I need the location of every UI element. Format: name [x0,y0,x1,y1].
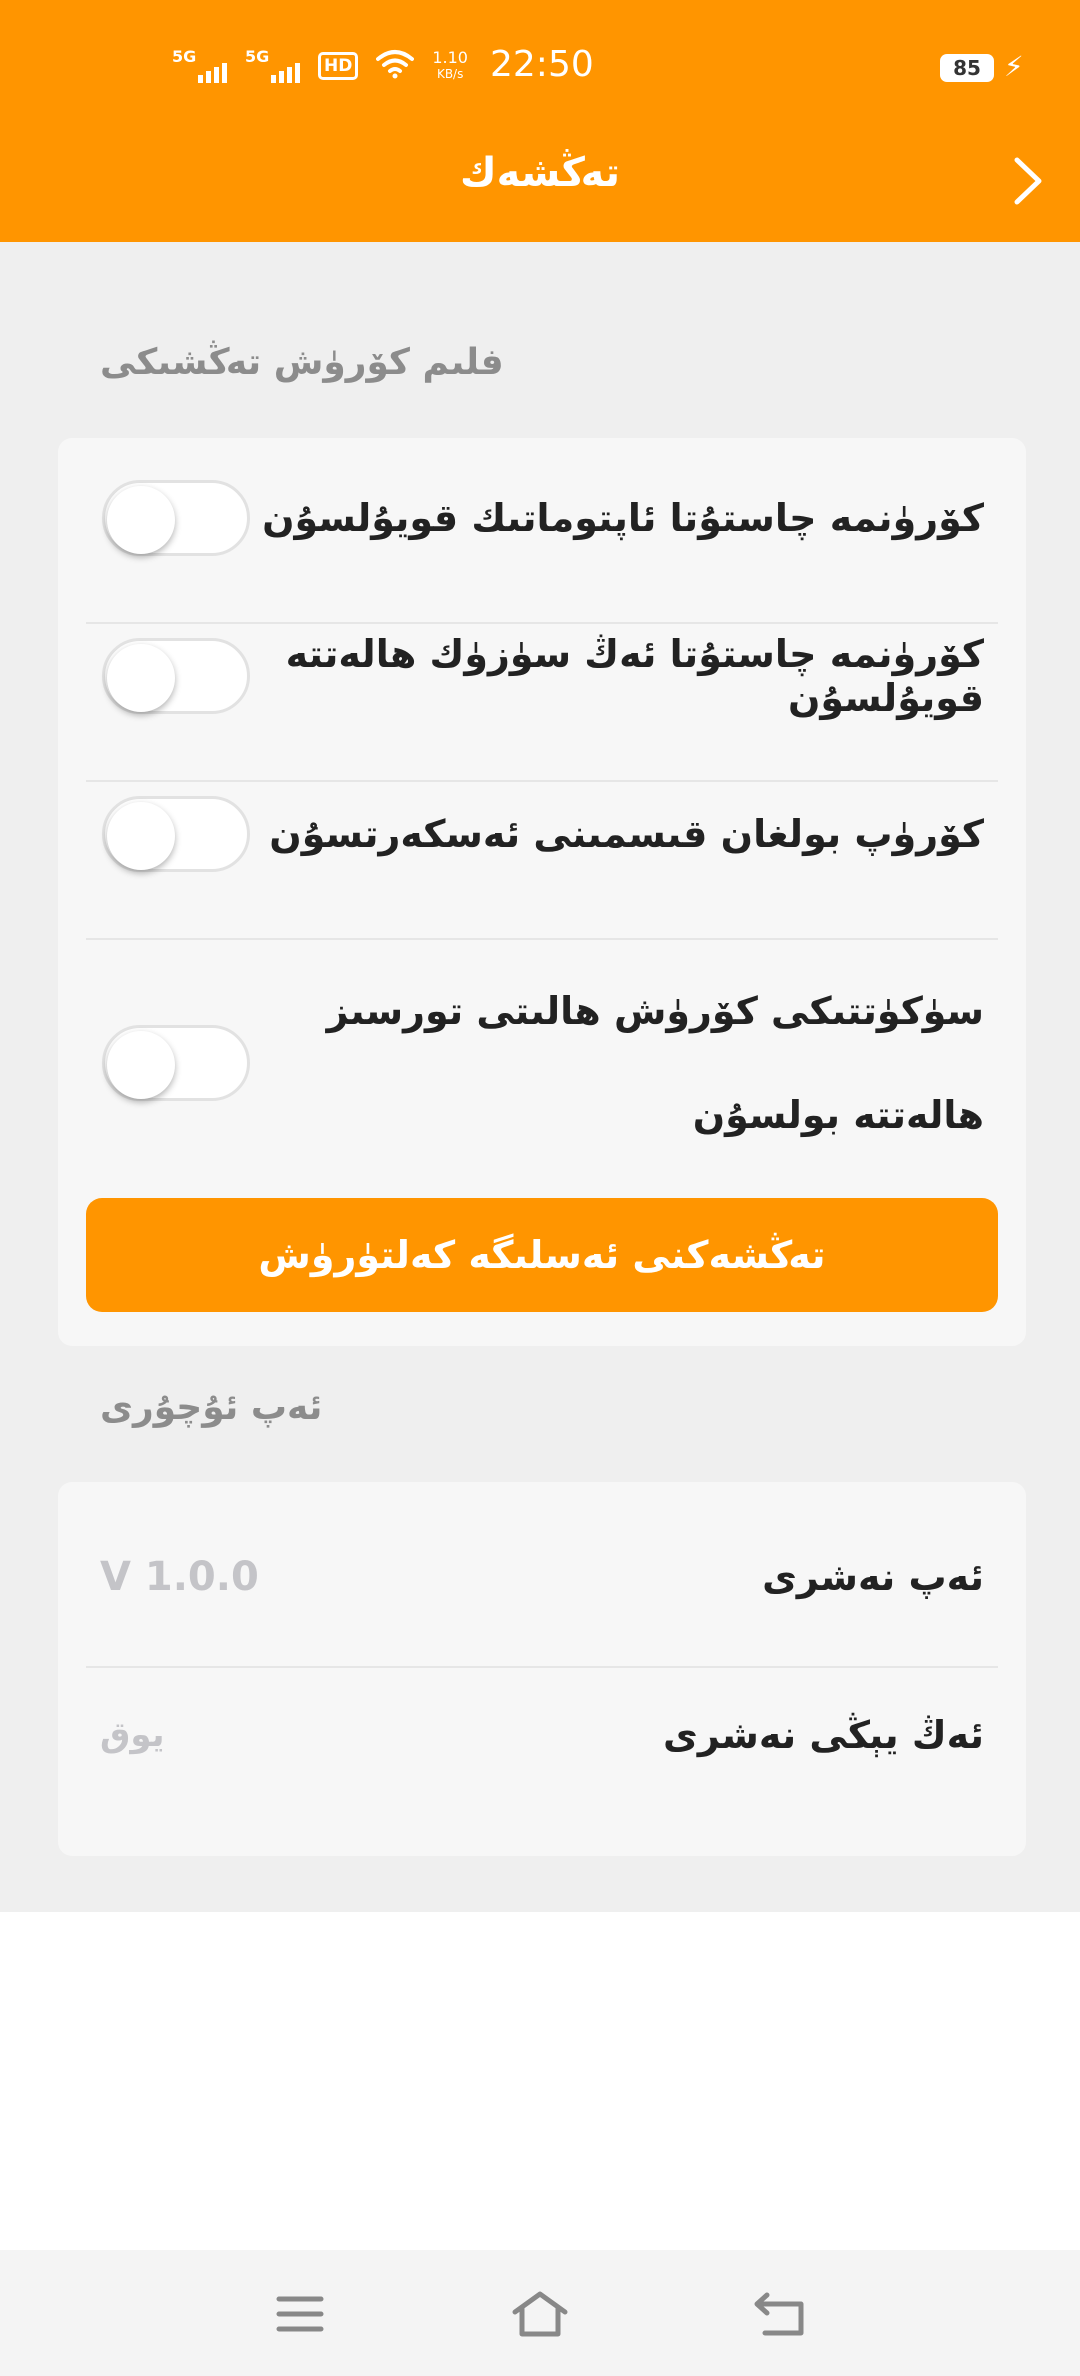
film-settings-card: كۆرۈنمە چاستۇتا ئاپتوماتىك قويۇلسۇن كۆرۈ… [58,438,1026,1346]
toggle-knob [107,802,175,870]
toggle-knob [107,1031,175,1099]
divider [86,938,998,940]
version-value: V 1.0.0 [100,1554,259,1600]
home-icon [512,2291,568,2337]
signal-icon: 5G [172,47,227,83]
back-button[interactable] [998,146,1058,216]
setting-label: سۈكۈتتىكى كۆرۈش ھالىتى تورسىز ھالەتتە بو… [326,989,984,1137]
back-nav-button[interactable] [742,2276,818,2352]
reset-settings-button[interactable]: تەڭشەكنى ئەسلىگە كەلتۈرۈش [86,1198,998,1312]
signal-label: 5G [172,47,197,66]
back-icon [754,2292,804,2336]
setting-row-auto-resolution: كۆرۈنمە چاستۇتا ئاپتوماتىك قويۇلسۇن [86,474,998,562]
watched-reminder-toggle[interactable] [102,796,250,872]
auto-resolution-toggle[interactable] [102,480,250,556]
section-title-film: فلىم كۆرۈش تەڭشىكى [100,342,504,383]
battery-icon: 85 [940,54,994,82]
section-title-app-info: ئەپ ئۇچۇرى [100,1387,323,1428]
setting-row-watched-reminder: كۆرۈپ بولغان قىسمىنى ئەسكەرتسۇن [86,790,998,878]
hd-icon: HD [318,52,359,80]
speed-value: 1.10 [432,48,468,67]
latest-version-label: ئەڭ يېڭى نەشرى [663,1713,984,1757]
setting-label: كۆرۈنمە چاستۇتا ئەڭ سۈزۈك ھالەتتە قويۇلس… [285,632,984,720]
toggle-knob [107,486,175,554]
signal-label: 5G [245,47,270,66]
clock: 22:50 [490,44,594,85]
info-row-latest-version[interactable]: يوق ئەڭ يېڭى نەشرى [86,1700,998,1770]
menu-button[interactable] [262,2276,338,2352]
charging-icon: ⚡ [1004,50,1024,83]
status-icons: 5G 5G HD 1.10 KB/s [172,46,468,86]
wifi-icon [376,49,415,83]
latest-version-value: يوق [100,1715,165,1755]
app-info-card: V 1.0.0 ئەپ نەشرى يوق ئەڭ يېڭى نەشرى [58,1482,1026,1856]
speed-unit: KB/s [436,67,464,81]
signal-icon: 5G [245,47,300,83]
setting-row-offline-default: سۈكۈتتىكى كۆرۈش ھالىتى تورسىز ھالەتتە بو… [86,958,998,1168]
app-bar: تەڭشەك [0,130,1080,242]
offline-default-toggle[interactable] [102,1025,250,1101]
menu-icon [276,2296,324,2332]
page-title: تەڭشەك [460,150,620,196]
settings-content: فلىم كۆرۈش تەڭشىكى كۆرۈنمە چاستۇتا ئاپتو… [0,242,1080,1912]
version-label: ئەپ نەشرى [762,1555,984,1599]
network-speed: 1.10 KB/s [432,50,468,82]
divider [86,1666,998,1668]
divider [86,780,998,782]
divider [86,622,998,624]
status-bar: 5G 5G HD 1.10 KB/s 22:50 85 ⚡ [0,0,1080,130]
setting-label: كۆرۈنمە چاستۇتا ئاپتوماتىك قويۇلسۇن [262,496,984,540]
setting-row-highest-resolution: كۆرۈنمە چاستۇتا ئەڭ سۈزۈك ھالەتتە قويۇلس… [86,632,998,720]
setting-label: كۆرۈپ بولغان قىسمىنى ئەسكەرتسۇن [269,812,984,856]
home-button[interactable] [502,2276,578,2352]
chevron-right-icon [1014,157,1042,205]
system-nav-bar [0,2250,1080,2376]
info-row-version: V 1.0.0 ئەپ نەشرى [86,1542,998,1612]
